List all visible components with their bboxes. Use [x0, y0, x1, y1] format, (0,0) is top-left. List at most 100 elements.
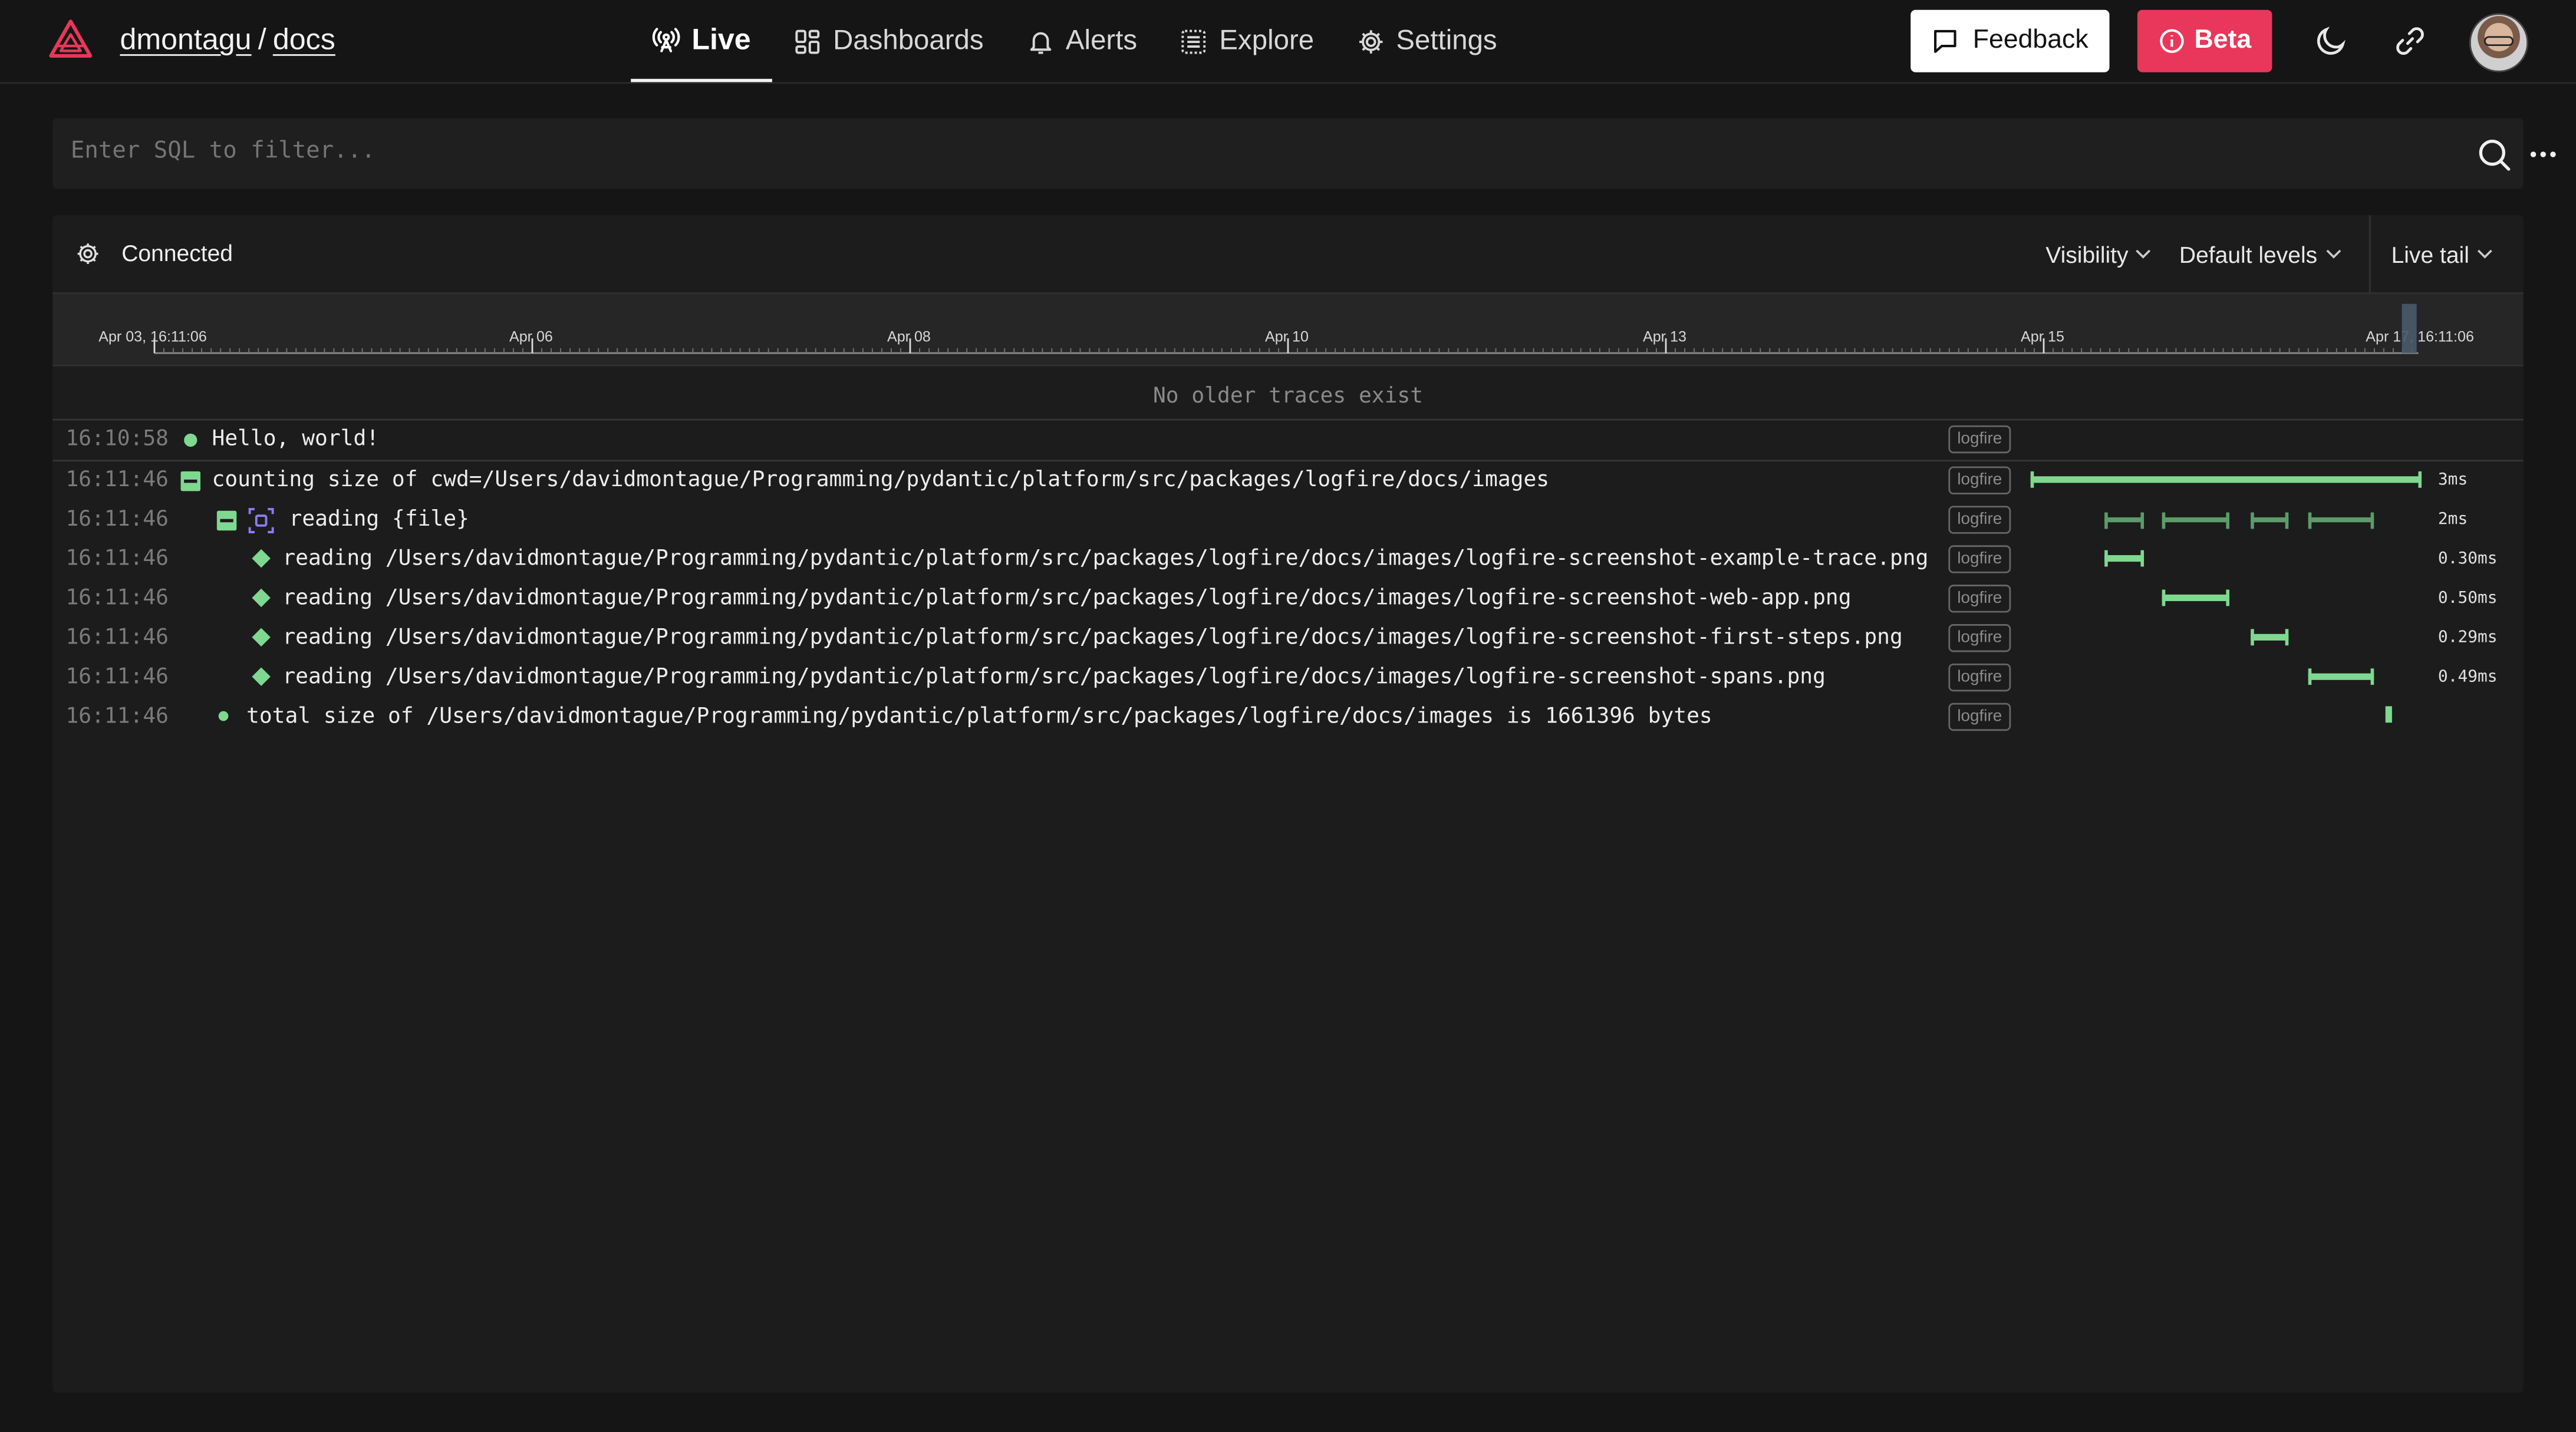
- span-duration-bar: [2251, 512, 2289, 529]
- feedback-label: Feedback: [1972, 26, 2089, 54]
- span-duration: 2ms: [2437, 510, 2468, 529]
- span-duration: 0.30ms: [2437, 550, 2498, 569]
- timeline-selection-handle[interactable]: [2402, 303, 2417, 354]
- timeline-label: Apr 08: [887, 328, 931, 345]
- span-diamond-icon: [252, 667, 271, 687]
- feedback-button[interactable]: Feedback: [1910, 9, 2110, 72]
- search-icon[interactable]: [2478, 138, 2512, 173]
- row-timestamp: 16:11:46: [65, 704, 169, 730]
- info-circle-icon: [2159, 29, 2183, 53]
- row-timestamp: 16:11:46: [65, 665, 169, 690]
- chevron-down-icon: [2477, 249, 2492, 259]
- span-diamond-icon: [252, 588, 271, 608]
- visibility-dropdown[interactable]: Visibility: [2033, 240, 2166, 267]
- nav-alerts-label: Alerts: [1065, 24, 1138, 56]
- beta-button[interactable]: Beta: [2137, 9, 2272, 72]
- timeline-label: Apr 15: [2021, 328, 2064, 345]
- nav-explore-label: Explore: [1219, 24, 1315, 56]
- span-duration-bar: [2308, 668, 2374, 685]
- chevron-down-icon: [2325, 249, 2341, 259]
- span-duration: 0.50ms: [2437, 589, 2498, 608]
- span-duration-bar: [2104, 512, 2145, 529]
- connection-status: Connected: [75, 240, 233, 266]
- chevron-down-icon: [2136, 249, 2152, 259]
- share-link-button[interactable]: [2390, 21, 2430, 61]
- nav-dashboards[interactable]: Dashboards: [772, 0, 1005, 82]
- service-tag: logfire: [1948, 506, 2011, 534]
- row-message: Hello, world!: [212, 427, 380, 452]
- nav-explore[interactable]: Explore: [1158, 0, 1335, 82]
- row-message: reading {file}: [289, 507, 469, 532]
- span-duration-bar: [2104, 550, 2145, 567]
- nav-settings[interactable]: Settings: [1335, 0, 1518, 82]
- span-duration: 0.49ms: [2437, 668, 2498, 687]
- gear-icon: [1359, 29, 1382, 53]
- trace-row[interactable]: 16:11:46 reading /Users/davidmontague/Pr…: [52, 621, 2524, 656]
- breadcrumb-separator: /: [258, 23, 266, 56]
- bell-icon: [1029, 31, 1051, 54]
- collapse-span-icon[interactable]: [216, 510, 237, 531]
- user-avatar[interactable]: [2469, 13, 2529, 72]
- timeline-label: Apr 06: [509, 328, 553, 345]
- connection-status-text: Connected: [121, 239, 233, 266]
- log-event-marker: [2385, 706, 2392, 723]
- span-duration: 3ms: [2437, 471, 2468, 490]
- row-message: reading /Users/davidmontague/Programming…: [282, 625, 1903, 651]
- project-link[interactable]: docs: [273, 23, 335, 56]
- row-timestamp: 16:11:46: [65, 547, 169, 572]
- org-link[interactable]: dmontagu: [120, 23, 251, 56]
- nav-live[interactable]: Live: [631, 0, 772, 83]
- trace-row[interactable]: 16:10:58 Hello, world! logfire: [52, 422, 2524, 458]
- trace-row[interactable]: 16:11:46 reading /Users/davidmontague/Pr…: [52, 660, 2524, 696]
- levels-label: Default levels: [2179, 240, 2318, 267]
- row-message: reading /Users/davidmontague/Programming…: [282, 665, 1826, 690]
- service-tag: logfire: [1948, 466, 2011, 494]
- divider: [52, 418, 2524, 421]
- span-duration-bar: [2162, 512, 2229, 529]
- beta-label: Beta: [2194, 26, 2252, 54]
- row-message: reading /Users/davidmontague/Programming…: [282, 586, 1852, 611]
- log-dot-icon: [218, 711, 229, 721]
- levels-dropdown[interactable]: Default levels: [2166, 240, 2369, 267]
- span-duration-bar: [2030, 471, 2422, 488]
- live-tail-dropdown[interactable]: Live tail: [2368, 215, 2524, 293]
- trace-row[interactable]: 16:11:46 total size of /Users/davidmonta…: [52, 699, 2524, 735]
- no-older-traces-message: No older traces exist: [1152, 384, 1424, 409]
- collapse-span-icon[interactable]: [180, 471, 201, 491]
- row-timestamp: 16:10:58: [65, 427, 169, 452]
- service-tag: logfire: [1948, 663, 2011, 692]
- trace-row[interactable]: 16:11:46 reading {file} logfire 2ms: [52, 503, 2524, 539]
- more-options-icon[interactable]: [2528, 138, 2558, 171]
- span-diamond-icon: [252, 628, 271, 647]
- logfire-logo-icon[interactable]: [49, 19, 93, 59]
- row-timestamp: 16:11:46: [65, 507, 169, 532]
- span-duration-bar: [2162, 589, 2229, 606]
- span-duration: 0.29ms: [2437, 629, 2498, 648]
- timeline-label: Apr 17, 16:11:06: [2366, 328, 2474, 345]
- theme-toggle-button[interactable]: [2311, 21, 2351, 61]
- nav-live-label: Live: [691, 22, 751, 55]
- row-message: total size of /Users/davidmontague/Progr…: [246, 704, 1712, 730]
- timeline-label: Apr 03, 16:11:06: [98, 328, 207, 345]
- timeline-scrubber[interactable]: Apr 03, 16:11:06 Apr 06 Apr 08 Apr 10 Ap…: [52, 292, 2524, 367]
- row-timestamp: 16:11:46: [65, 468, 169, 493]
- live-tail-label: Live tail: [2391, 240, 2469, 267]
- trace-row[interactable]: 16:11:46 reading /Users/davidmontague/Pr…: [52, 582, 2524, 618]
- trace-row[interactable]: 16:11:46 counting size of cwd=/Users/dav…: [52, 463, 2524, 499]
- main-nav: Live Dashboards Alerts Explore Settings: [631, 0, 1518, 83]
- span-duration-bar: [2251, 629, 2289, 646]
- timeline-label: Apr 13: [1643, 328, 1686, 345]
- sql-filter-input[interactable]: [70, 138, 2371, 164]
- trace-row[interactable]: 16:11:46 reading /Users/davidmontague/Pr…: [52, 542, 2524, 578]
- settings-gear-icon[interactable]: [75, 240, 100, 265]
- nav-alerts[interactable]: Alerts: [1005, 0, 1158, 82]
- divider: [52, 460, 2524, 462]
- nav-dashboards-label: Dashboards: [833, 24, 984, 56]
- dashboard-grid-icon: [795, 29, 820, 54]
- moon-icon: [2317, 27, 2346, 55]
- row-message: counting size of cwd=/Users/davidmontagu…: [212, 468, 1550, 493]
- span-diamond-icon: [252, 549, 271, 568]
- log-dot-icon: [184, 433, 197, 447]
- live-panel: Connected Visibility Default levels Live…: [52, 215, 2524, 1393]
- service-tag: logfire: [1948, 425, 2011, 454]
